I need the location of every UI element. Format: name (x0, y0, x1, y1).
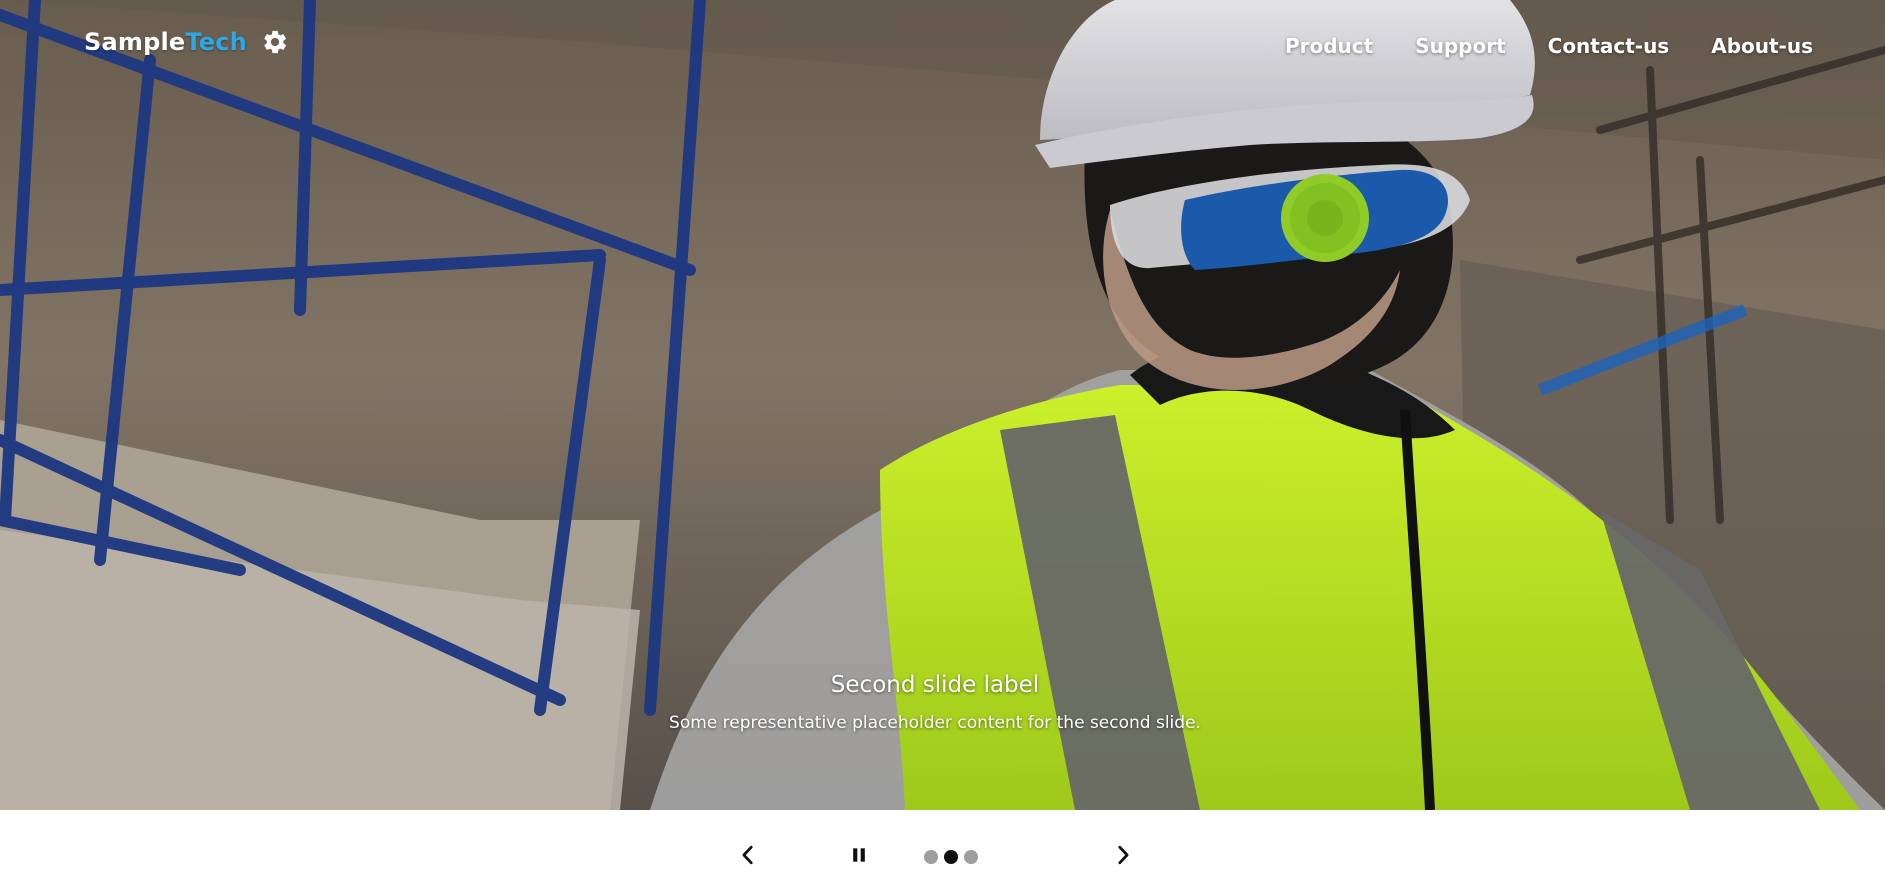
brand-name: SampleTech (84, 28, 247, 56)
brand-name-part1: Sample (84, 28, 186, 56)
pause-button[interactable] (844, 840, 874, 870)
chevron-left-icon (742, 845, 753, 865)
nav-item-contact-us[interactable]: Contact-us (1548, 34, 1670, 58)
brand[interactable]: SampleTech (84, 28, 289, 56)
carousel-controls (0, 840, 1885, 870)
nav-item-product[interactable]: Product (1285, 34, 1373, 58)
indicator-dot-3[interactable] (964, 850, 978, 864)
nav-item-about-us[interactable]: About-us (1711, 34, 1813, 58)
pause-icon (853, 848, 865, 862)
carousel-indicators (924, 850, 978, 864)
next-slide-button[interactable] (1108, 840, 1138, 870)
previous-slide-button[interactable] (733, 840, 763, 870)
indicator-dot-1[interactable] (924, 850, 938, 864)
carousel-caption: Second slide label Some representative p… (0, 668, 1870, 736)
brand-name-part2: Tech (185, 28, 247, 56)
indicator-dot-2[interactable] (944, 850, 958, 864)
caption-text: Some representative placeholder content … (669, 713, 1201, 733)
hero-carousel: SampleTech Product Support Contact-us Ab… (0, 0, 1885, 810)
chevron-right-icon (1118, 845, 1129, 865)
caption-title: Second slide label (830, 672, 1040, 698)
gear-icon[interactable] (261, 28, 289, 56)
nav-item-support[interactable]: Support (1415, 34, 1505, 58)
top-nav: Product Support Contact-us About-us (1285, 34, 1813, 58)
